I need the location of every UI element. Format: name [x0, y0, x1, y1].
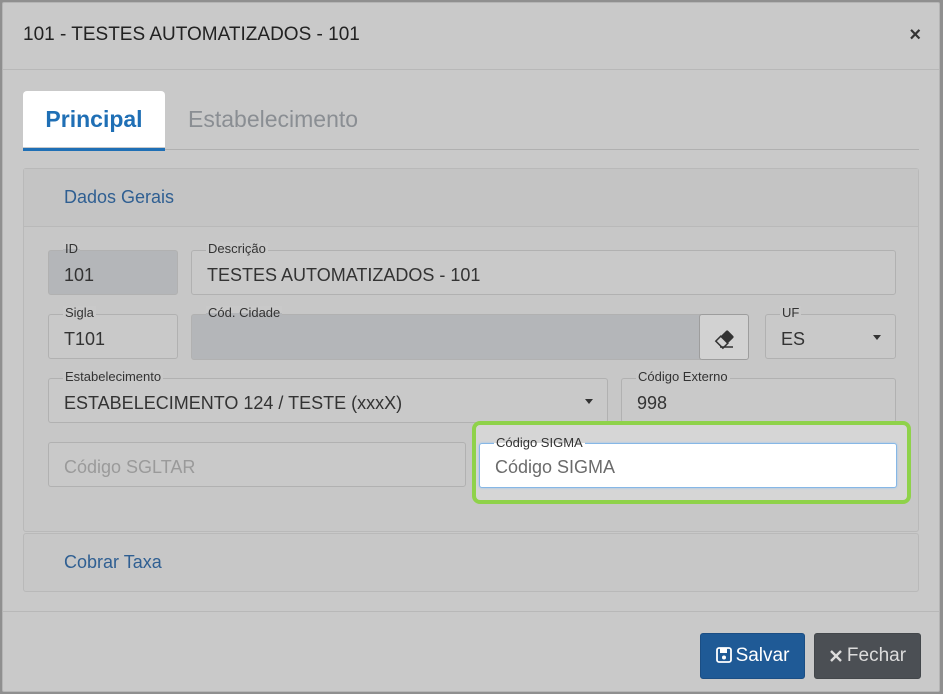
save-icon — [715, 647, 732, 663]
codigo-sigma-field[interactable]: Código SIGMA Código SIGMA — [479, 436, 897, 488]
tab-bar: Principal Estabelecimento — [23, 91, 919, 151]
save-button[interactable]: Salvar — [700, 633, 805, 679]
uf-label: UF — [780, 305, 802, 320]
sigla-value: T101 — [64, 329, 106, 349]
chevron-down-icon — [873, 335, 881, 340]
codigo-sigma-placeholder: Código SIGMA — [495, 457, 616, 477]
panel-title-dados-gerais[interactable]: Dados Gerais — [64, 187, 174, 208]
estabelecimento-value: ESTABELECIMENTO 124 / TESTE (xxxX) — [64, 393, 403, 413]
panel-title-cobrar-taxa[interactable]: Cobrar Taxa — [64, 552, 162, 573]
sigla-label: Sigla — [63, 305, 96, 320]
codigo-externo-value: 998 — [637, 393, 668, 413]
close-icon[interactable]: × — [909, 25, 921, 45]
tab-principal[interactable]: Principal — [23, 91, 165, 147]
codigo-externo-label: Código Externo — [636, 369, 730, 384]
id-value: 101 — [64, 265, 95, 285]
uf-select[interactable]: UF ES — [765, 306, 896, 359]
estabelecimento-select[interactable]: Estabelecimento ESTABELECIMENTO 124 / TE… — [48, 370, 608, 423]
close-label: Fechar — [846, 645, 907, 666]
eraser-icon — [714, 330, 734, 350]
descricao-label: Descrição — [206, 241, 268, 256]
descricao-value: TESTES AUTOMATIZADOS - 101 — [207, 265, 481, 285]
codigo-sgltar-placeholder: Código SGLTAR — [64, 457, 196, 477]
chevron-down-icon — [585, 399, 593, 404]
modal-dialog: 101 - TESTES AUTOMATIZADOS - 101 × Princ… — [2, 2, 940, 692]
descricao-field[interactable]: Descrição TESTES AUTOMATIZADOS - 101 — [191, 242, 896, 295]
panel-header[interactable]: Dados Gerais — [24, 169, 918, 227]
modal-header: 101 - TESTES AUTOMATIZADOS - 101 × — [3, 3, 939, 70]
panel-cobrar-taxa[interactable]: Cobrar Taxa — [23, 533, 919, 592]
tab-estabelecimento[interactable]: Estabelecimento — [188, 91, 358, 147]
codigo-externo-field[interactable]: Código Externo 998 — [621, 370, 896, 423]
modal-title: 101 - TESTES AUTOMATIZADOS - 101 — [23, 24, 360, 45]
cod-cidade-field[interactable]: Cód. Cidade — [191, 306, 701, 360]
clear-cidade-button[interactable] — [699, 314, 749, 360]
codigo-sgltar-field[interactable]: Código SGLTAR — [48, 442, 466, 487]
codigo-sigma-label: Código SIGMA — [494, 435, 585, 450]
x-icon — [830, 650, 842, 662]
uf-value: ES — [781, 329, 806, 349]
estabelecimento-label: Estabelecimento — [63, 369, 164, 384]
close-button[interactable]: Fechar — [814, 633, 921, 679]
active-tab-indicator — [23, 148, 165, 151]
cod-cidade-label: Cód. Cidade — [206, 305, 283, 320]
id-field: ID 101 — [48, 242, 178, 295]
sigla-field[interactable]: Sigla T101 — [48, 306, 178, 359]
id-label: ID — [63, 241, 80, 256]
modal-footer: Salvar Fechar — [3, 611, 939, 694]
save-label: Salvar — [735, 645, 790, 666]
